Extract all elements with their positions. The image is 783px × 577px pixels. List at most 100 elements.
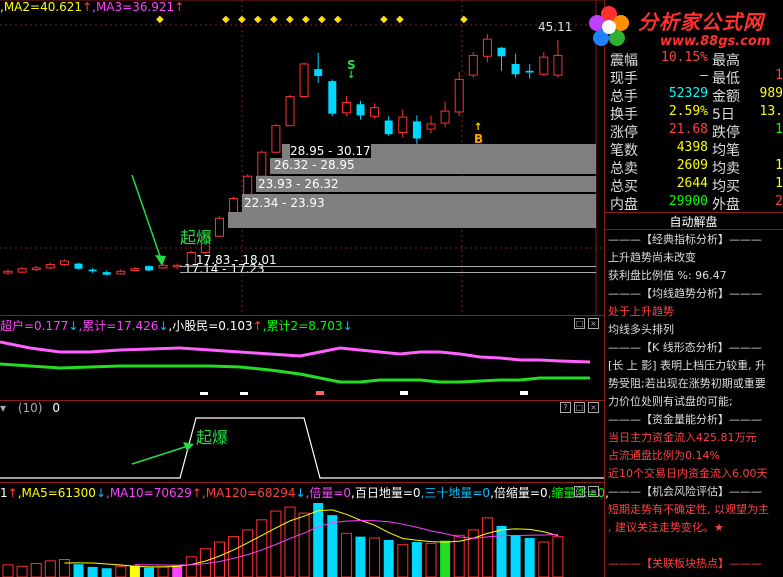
analysis-line: ———【经典指标分析】——— (608, 233, 762, 246)
volume-svg (2, 503, 564, 577)
volume-bar (30, 563, 42, 577)
candle-body (17, 268, 27, 273)
candle-body (45, 263, 55, 269)
quote-value: 1 (775, 176, 783, 191)
buy-signal: ↑ B (474, 123, 484, 147)
diamond-icon: ◆ (396, 14, 404, 25)
candle-body (88, 269, 97, 272)
volume-bar (16, 565, 28, 577)
volume-bar (101, 568, 112, 577)
green-line (0, 362, 590, 384)
volume-bar (115, 565, 127, 577)
panel2-param: (10) (17, 401, 43, 415)
analysis-text: ———【经典指标分析】——— 上升趋势尚未改变 获利盘比例值 %: 96.47 ———… (608, 231, 783, 577)
quote-value: — (700, 68, 708, 83)
volume-bar (172, 565, 183, 577)
candle-body (497, 47, 506, 57)
support-box-label: 26.32 - 28.95 (274, 158, 355, 172)
analysis-line: 势受阻;若出现在涨势初期或重要 (608, 377, 766, 390)
logo[interactable]: 分析家公式网 www.88gs.com (586, 2, 783, 54)
volume-bar (2, 564, 14, 577)
candle-body (468, 54, 478, 76)
quote-value: 10.15% (661, 50, 708, 65)
analysis-line (608, 537, 783, 555)
panel2-maximize-icon[interactable]: □ (574, 402, 585, 413)
panel1-close-icon[interactable]: × (588, 318, 599, 329)
mini-bar (200, 392, 208, 395)
quote-value: 1 (775, 158, 783, 173)
volume-bar (144, 567, 154, 577)
green-arrow-head (155, 255, 166, 266)
indicator-segment: ,MA2=40.621 (0, 0, 83, 14)
volume-bar (538, 541, 550, 577)
quote-label: 均笔 (712, 143, 740, 159)
candle-body (285, 96, 295, 127)
quote-label: 最低 (712, 71, 740, 87)
diamond-icon: ◆ (460, 14, 468, 25)
pink-line (0, 340, 591, 364)
quote-value: 989 (759, 86, 783, 101)
volume-bar (355, 536, 366, 577)
candle-body (553, 54, 563, 76)
buy-signal-label: B (474, 132, 484, 146)
volume-bar (383, 540, 394, 577)
candle-body (539, 56, 549, 75)
candle-body (370, 107, 380, 117)
panel3-separator (0, 482, 604, 483)
candle-body (384, 120, 393, 135)
green-arrow-line (131, 174, 163, 263)
volume-bar (214, 541, 225, 577)
panel3-maximize-icon[interactable]: □ (574, 486, 585, 497)
analysis-line: 短期走势有不确定性, 以观望为主 (608, 503, 769, 516)
panel2-dropdown-icon[interactable]: ▾ (0, 401, 6, 415)
support-line (180, 266, 596, 267)
volume-chart[interactable] (0, 498, 604, 577)
support-box-label: 23.93 - 26.32 (258, 177, 339, 191)
quote-value: 1 (775, 68, 783, 83)
price-tick-label: 45.11 (538, 20, 573, 34)
candle-body (59, 260, 69, 265)
panel2-chart[interactable]: 起爆 (0, 414, 604, 482)
panel2-header: ▾ (10) 0 (0, 401, 60, 415)
support-line-label: 17.14 - 17.23 (184, 262, 265, 276)
flower-logo-icon (589, 6, 629, 46)
panel3-close-icon[interactable]: × (588, 486, 599, 497)
mini-bar (316, 391, 324, 395)
green-arrow-line (131, 445, 189, 465)
candle-body (398, 116, 408, 134)
support-box: 23.93 - 26.32 (256, 176, 596, 192)
candle-body (426, 123, 436, 130)
auto-analysis-title[interactable]: 自动解盘 (604, 213, 783, 230)
panel1-chart[interactable] (0, 330, 604, 400)
volume-bar (510, 535, 521, 577)
panel1-svg (0, 340, 591, 395)
analysis-line: 当日主力资金流入425.81万元 (608, 431, 757, 444)
candle-body (511, 63, 520, 75)
quote-value: 4398 (676, 140, 708, 155)
candle-body (3, 270, 13, 274)
volume-bar (185, 556, 197, 577)
volume-bar (313, 503, 324, 577)
volume-bar (44, 560, 56, 577)
candle-body (454, 78, 464, 113)
candle-body (525, 70, 534, 73)
candle-body (299, 63, 309, 98)
quote-label: 金额 (712, 89, 740, 105)
panel2-help-icon[interactable]: ? (560, 402, 571, 413)
quote-value: 2 (775, 194, 783, 209)
analysis-line: ———【均线趋势分析】——— (608, 287, 762, 300)
diamond-icon: ◆ (156, 14, 164, 25)
logo-text: 分析家公式网 (638, 10, 764, 34)
candle-body (102, 272, 111, 275)
support-box-label: 22.34 - 23.93 (244, 196, 325, 210)
quote-value: 2644 (676, 176, 708, 191)
candle-body (116, 270, 126, 275)
panel1-separator (0, 315, 604, 316)
panel1-maximize-icon[interactable]: □ (574, 318, 585, 329)
analysis-line: 近10个交易日内资金流入6.00天 (608, 467, 768, 480)
diamond-icon: ◆ (238, 14, 246, 25)
candle-body (31, 267, 41, 271)
panel2-close-icon[interactable]: × (588, 402, 599, 413)
candle-body (257, 151, 267, 177)
panel2-svg (0, 417, 604, 479)
